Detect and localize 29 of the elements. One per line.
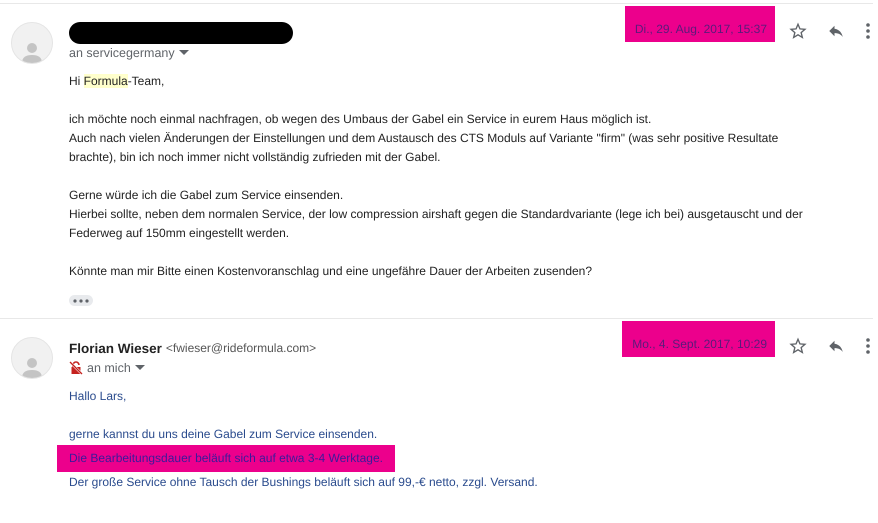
more-icon	[865, 22, 871, 40]
more-button[interactable]	[863, 335, 873, 357]
date-label: Di., 29. Aug. 2017, 15:37	[624, 6, 775, 42]
show-trimmed-button[interactable]	[69, 295, 93, 306]
more-button[interactable]	[863, 20, 873, 42]
message-line: Der große Service ohne Tausch der Bushings beläuft sich auf 99,-€ netto, zzgl. Versand.	[69, 474, 538, 491]
sender-email: <fwieser@rideformula.com>	[166, 341, 316, 355]
message-line: Hierbei sollte, neben dem normalen Service, der low compression airshaft gegen die Standardvariante (lege ich bei) ausgetauscht und der Federweg auf 150mm eingestellt werden.	[69, 206, 804, 242]
star-icon	[789, 22, 807, 40]
caret-icon[interactable]	[134, 365, 145, 371]
message-line: ich möchte noch einmal nachfragen, ob wegen des Umbaus der Gabel ein Service in eurem Haus möglich ist.	[69, 111, 652, 128]
star-button[interactable]	[787, 20, 809, 42]
sender-name: Florian Wieser	[69, 340, 162, 356]
date-label: Mo., 4. Sept. 2017, 10:29	[622, 321, 775, 357]
message-line: Hi Formula-Team,	[69, 73, 164, 90]
more-icon	[865, 337, 871, 355]
star-button[interactable]	[787, 335, 809, 357]
ellipsis-icon	[73, 298, 89, 302]
recipient-label: an mich	[87, 361, 131, 375]
message-line: Gerne würde ich die Gabel zum Service einsenden.	[69, 187, 344, 204]
caret-icon[interactable]	[178, 50, 189, 56]
message-line: Auch nach vielen Änderungen der Einstellungen und dem Austausch des CTS Moduls auf Variante "firm" (was sehr positive Resultate brachte), bin ich noch immer nicht vollständig zufrieden mit der Gabel.	[69, 130, 780, 166]
recipient-label: an servicegermany	[69, 46, 175, 60]
person-icon	[22, 356, 42, 378]
message-line: Könnte man mir Bitte einen Kostenvoranschlag und eine ungefähre Dauer der Arbeiten zusenden?	[69, 263, 592, 280]
person-icon	[22, 41, 42, 63]
message-line: gerne kannst du uns deine Gabel zum Service einsenden.	[69, 426, 378, 443]
message-line: Hallo Lars,	[69, 388, 126, 405]
star-icon	[789, 337, 807, 355]
